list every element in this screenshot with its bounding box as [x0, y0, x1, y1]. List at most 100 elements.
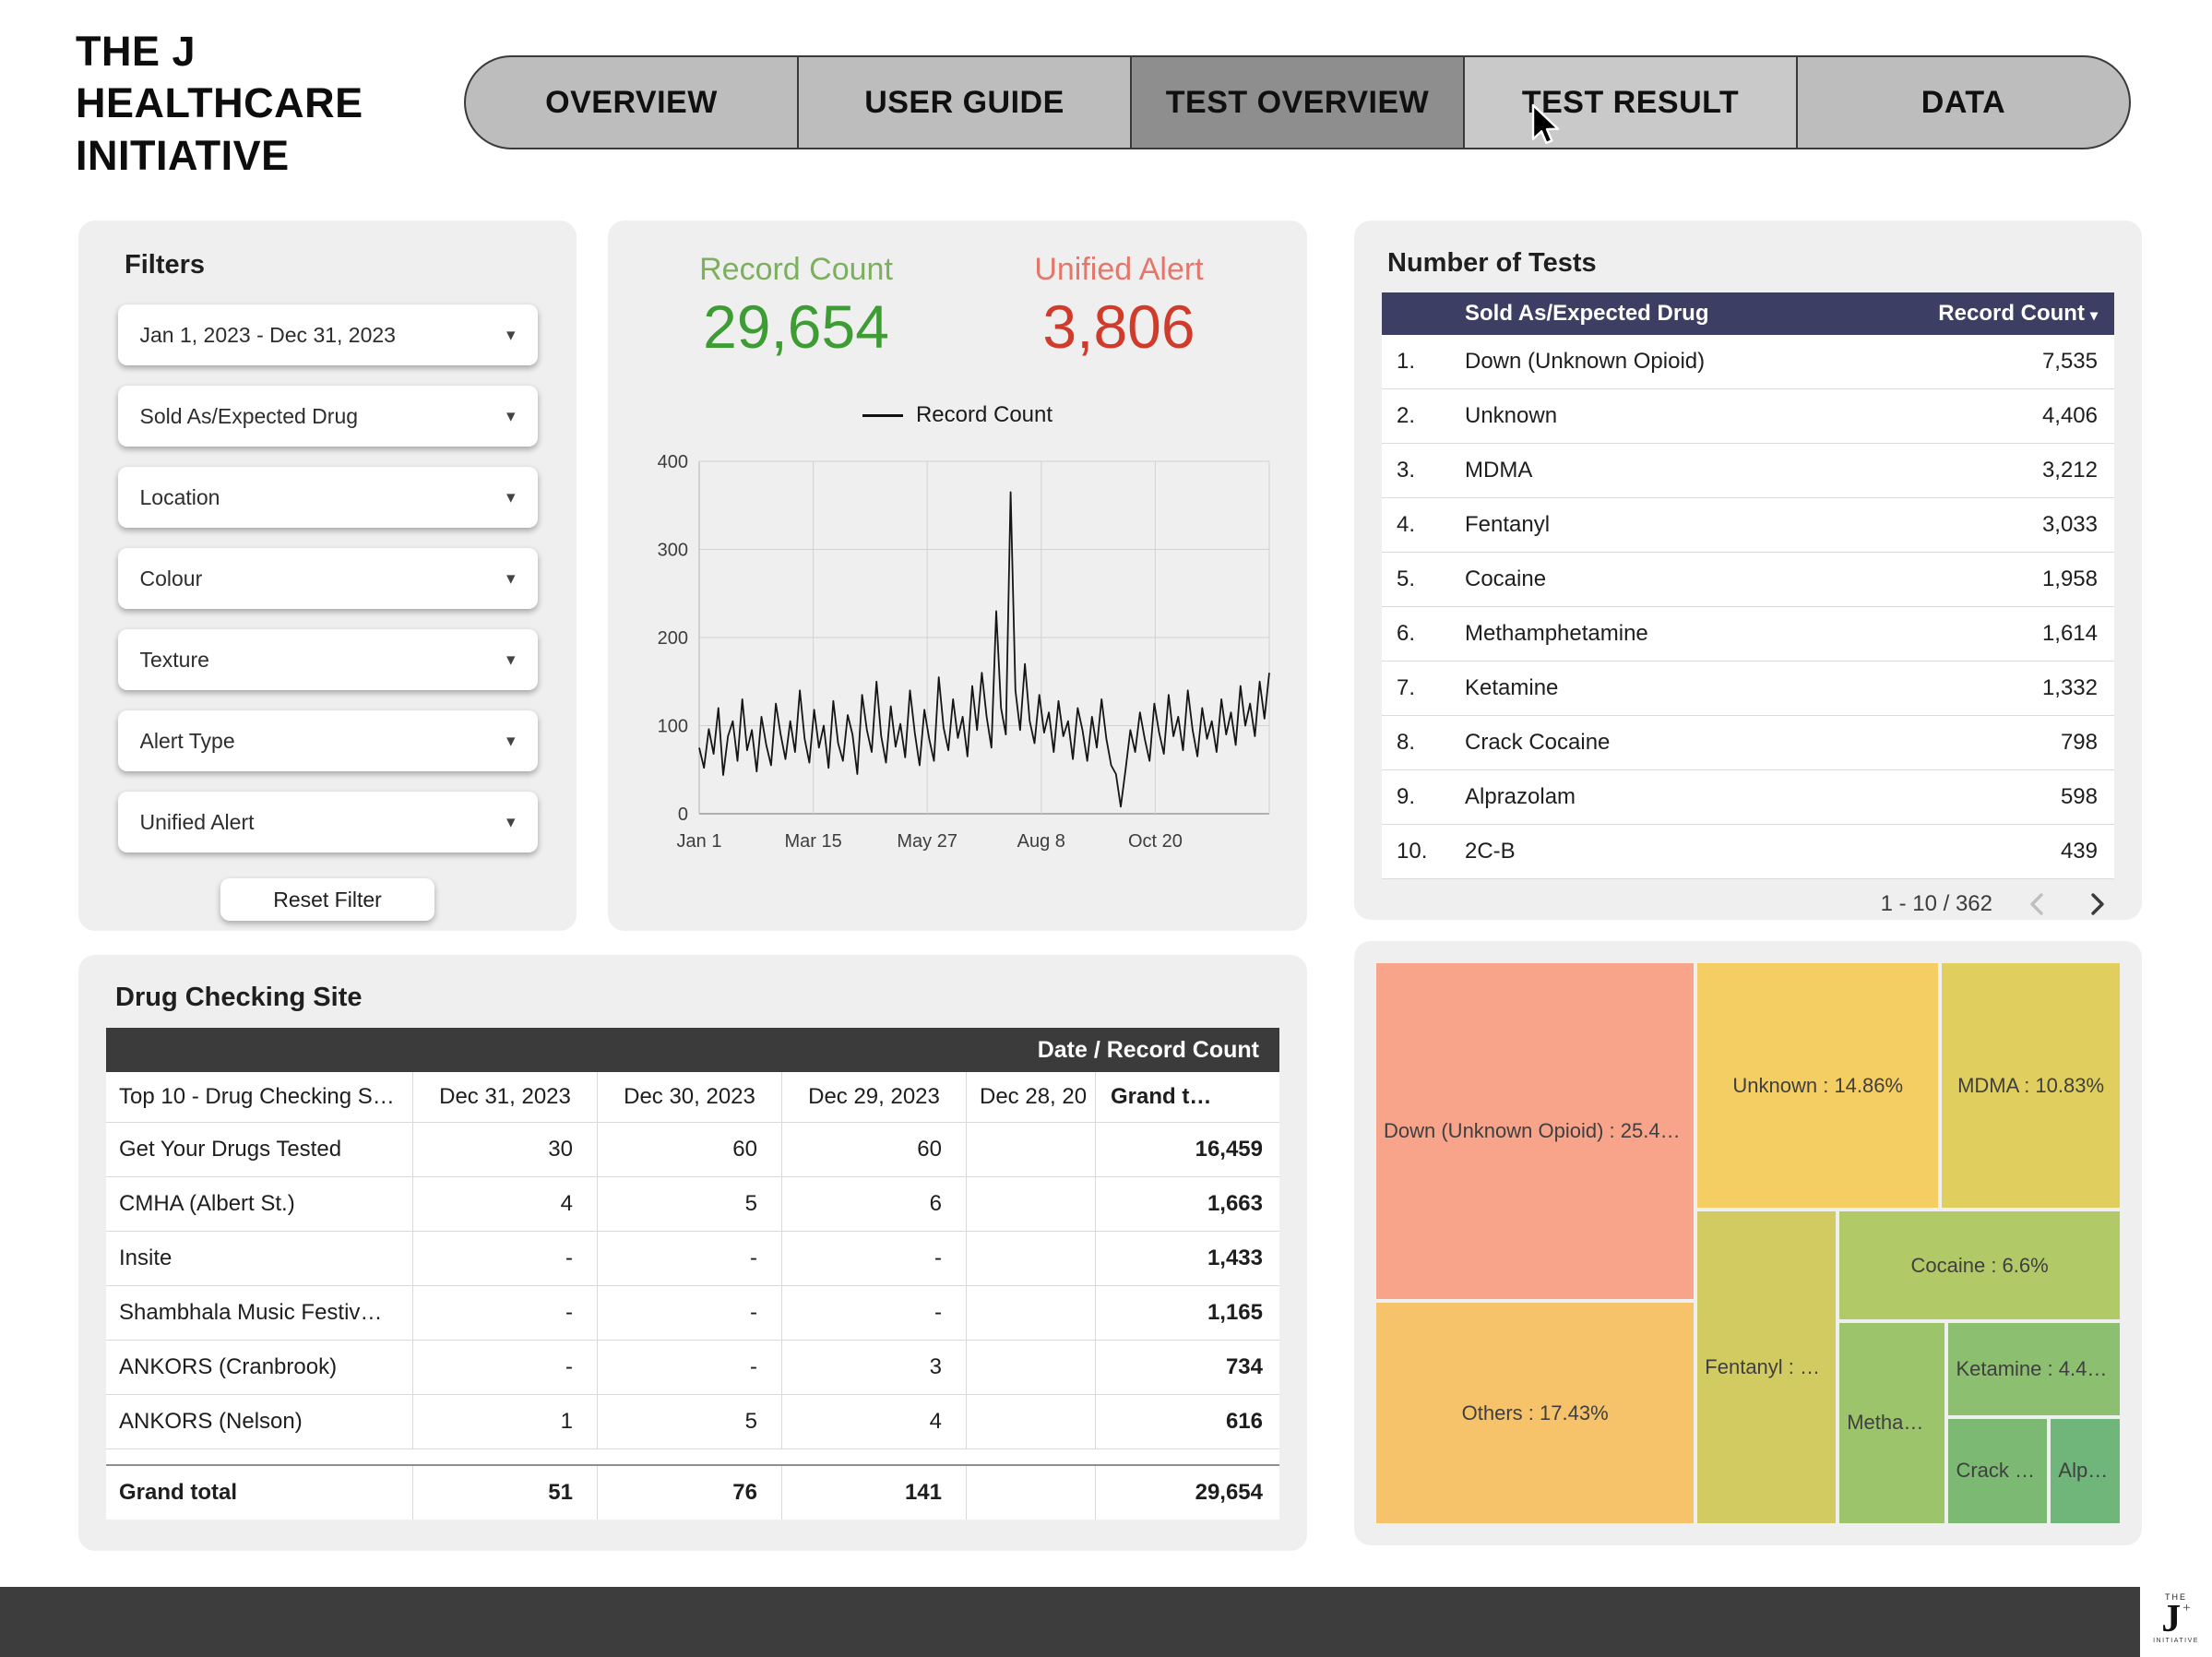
footer-bar: THE J+ INITIATIVE: [0, 1587, 2212, 1657]
filter-dropdown-2[interactable]: Location▾: [118, 467, 538, 528]
filter-dropdown-1[interactable]: Sold As/Expected Drug ▾: [118, 386, 538, 447]
row-value: -: [597, 1286, 781, 1340]
tests-title: Number of Tests: [1387, 248, 2142, 279]
legend-label: Record Count: [916, 402, 1052, 428]
row-drug: Alprazolam: [1465, 784, 1884, 810]
record-count-header-label: Record Count: [1938, 301, 2085, 326]
treemap-block-crack-co[interactable]: Crack Co…: [1948, 1419, 2047, 1523]
row-value: 1: [412, 1395, 597, 1448]
row-site: ANKORS (Nelson): [106, 1395, 412, 1448]
tests-table: Sold As/Expected Drug Record Count▾ 1.Do…: [1382, 292, 2114, 879]
table-row[interactable]: 4.Fentanyl3,033: [1382, 498, 2114, 553]
table-row[interactable]: 7.Ketamine1,332: [1382, 662, 2114, 716]
row-value: [966, 1177, 1095, 1231]
treemap-block-fentanyl-10[interactable]: Fentanyl : 10…: [1697, 1211, 1836, 1523]
site-title-line: INITIATIVE: [76, 130, 363, 182]
filter-dropdown-3[interactable]: Colour▾: [118, 548, 538, 609]
row-site: Grand total: [106, 1466, 412, 1520]
tab-data[interactable]: DATA: [1796, 55, 2131, 149]
number-of-tests-panel: Number of Tests Sold As/Expected Drug Re…: [1354, 221, 2142, 920]
row-value: 60: [597, 1123, 781, 1176]
tab-test-result[interactable]: TEST RESULT: [1463, 55, 1798, 149]
record-count-label: Record Count: [653, 252, 939, 288]
tests-table-body: 1.Down (Unknown Opioid)7,5352.Unknown4,4…: [1382, 335, 2114, 879]
logo-j-mark: J+: [2161, 1602, 2190, 1639]
filter-dropdown-list: Jan 1, 2023 - Dec 31, 2023▾ Sold As/Expec…: [78, 304, 577, 852]
filter-dropdown-label: Sold As/Expected Drug: [140, 404, 359, 429]
treemap-block-methamp[interactable]: Methamp…: [1839, 1323, 1944, 1523]
treemap-block-unknown-14-86[interactable]: Unknown : 14.86%: [1697, 963, 1938, 1208]
row-value: -: [781, 1286, 966, 1340]
filter-dropdown-5[interactable]: Alert Type▾: [118, 710, 538, 771]
row-value: 60: [781, 1123, 966, 1176]
table-row[interactable]: 5.Cocaine1,958: [1382, 553, 2114, 607]
tests-table-header: Sold As/Expected Drug Record Count▾: [1382, 292, 2114, 335]
table-row[interactable]: ANKORS (Nelson)154616: [106, 1395, 1279, 1449]
column-header: Dec 31, 2023: [412, 1072, 597, 1122]
treemap-block-mdma-10-83[interactable]: MDMA : 10.83%: [1942, 963, 2120, 1208]
svg-text:Mar 15: Mar 15: [784, 831, 841, 852]
site-table-header: Top 10 - Drug Checking S…Dec 31, 2023Dec…: [106, 1072, 1279, 1123]
date-record-count-band: Date / Record Count: [106, 1028, 1279, 1072]
table-row[interactable]: 8.Crack Cocaine798: [1382, 716, 2114, 770]
row-count: 7,535: [1884, 349, 2114, 375]
treemap-block-alpra[interactable]: Alpra…: [2051, 1419, 2120, 1523]
tab-test-overview[interactable]: TEST OVERVIEW: [1130, 55, 1465, 149]
table-row[interactable]: ANKORS (Cranbrook)--3734: [106, 1341, 1279, 1395]
table-row[interactable]: Shambhala Music Festiv…---1,165: [106, 1286, 1279, 1341]
row-value: 30: [412, 1123, 597, 1176]
unified-alert-value: 3,806: [976, 292, 1262, 362]
filter-dropdown-6[interactable]: Unified Alert▾: [118, 792, 538, 852]
row-value: 51: [412, 1466, 597, 1520]
treemap-block-down-unknown-opioid-25-41[interactable]: Down (Unknown Opioid) : 25.41%: [1376, 963, 1694, 1299]
chevron-down-icon: ▾: [506, 406, 516, 427]
filter-dropdown-4[interactable]: Texture▾: [118, 629, 538, 690]
treemap-label: Others : 17.43%: [1462, 1401, 1609, 1425]
table-row[interactable]: CMHA (Albert St.)4561,663: [106, 1177, 1279, 1232]
table-row[interactable]: Get Your Drugs Tested30606016,459: [106, 1123, 1279, 1177]
table-row[interactable]: Insite---1,433: [106, 1232, 1279, 1286]
row-value: [966, 1395, 1095, 1448]
treemap-block-cocaine-6-6[interactable]: Cocaine : 6.6%: [1839, 1211, 2120, 1318]
next-page-icon[interactable]: [2083, 890, 2111, 918]
treemap-block-ketamine-4-49[interactable]: Ketamine : 4.49%: [1948, 1323, 2120, 1415]
site-title-line: THE J: [76, 26, 363, 77]
legend-line-swatch: [862, 414, 903, 417]
table-row[interactable]: 6.Methamphetamine1,614: [1382, 607, 2114, 662]
row-value: 734: [1095, 1341, 1279, 1394]
svg-text:Aug 8: Aug 8: [1017, 831, 1065, 852]
record-count-sort-header[interactable]: Record Count▾: [1884, 301, 2114, 327]
tab-overview[interactable]: OVERVIEW: [464, 55, 799, 149]
filter-dropdown-label: Unified Alert: [140, 810, 255, 835]
row-site: Get Your Drugs Tested: [106, 1123, 412, 1176]
table-row[interactable]: 2.Unknown4,406: [1382, 389, 2114, 444]
row-value: -: [781, 1232, 966, 1285]
row-rank: 10.: [1382, 839, 1465, 864]
drug-column-header: Sold As/Expected Drug: [1465, 301, 1884, 327]
row-value: 1,663: [1095, 1177, 1279, 1231]
row-value: -: [412, 1341, 597, 1394]
table-row[interactable]: 9.Alprazolam598: [1382, 770, 2114, 825]
tab-user-guide[interactable]: USER GUIDE: [797, 55, 1132, 149]
treemap-block-others-17-43[interactable]: Others : 17.43%: [1376, 1303, 1694, 1523]
site-title: THE J HEALTHCARE INITIATIVE: [76, 26, 363, 182]
table-row[interactable]: 10.2C-B439: [1382, 825, 2114, 879]
filter-dropdown-0[interactable]: Jan 1, 2023 - Dec 31, 2023▾: [118, 304, 538, 365]
filter-dropdown-label: Location: [140, 485, 220, 510]
record-count-series: [699, 492, 1269, 806]
unified-alert-kpi: Unified Alert 3,806: [976, 252, 1262, 362]
table-row[interactable]: 3.MDMA3,212: [1382, 444, 2114, 498]
reset-filter-button[interactable]: Reset Filter: [220, 878, 434, 921]
prev-page-icon[interactable]: [2024, 890, 2051, 918]
dashboard-root: THE J HEALTHCARE INITIATIVE OVERVIEWUSER…: [0, 0, 2212, 1657]
tests-pagination: 1 - 10 / 362: [1354, 890, 2111, 918]
row-value: 5: [597, 1395, 781, 1448]
column-header: Dec 30, 2023: [597, 1072, 781, 1122]
row-value: 1,165: [1095, 1286, 1279, 1340]
row-site: Shambhala Music Festiv…: [106, 1286, 412, 1340]
table-row[interactable]: 1.Down (Unknown Opioid)7,535: [1382, 335, 2114, 389]
row-rank: 3.: [1382, 458, 1465, 483]
row-value: 29,654: [1095, 1466, 1279, 1520]
column-header: Dec 29, 2023: [781, 1072, 966, 1122]
record-count-kpi: Record Count 29,654: [653, 252, 939, 362]
